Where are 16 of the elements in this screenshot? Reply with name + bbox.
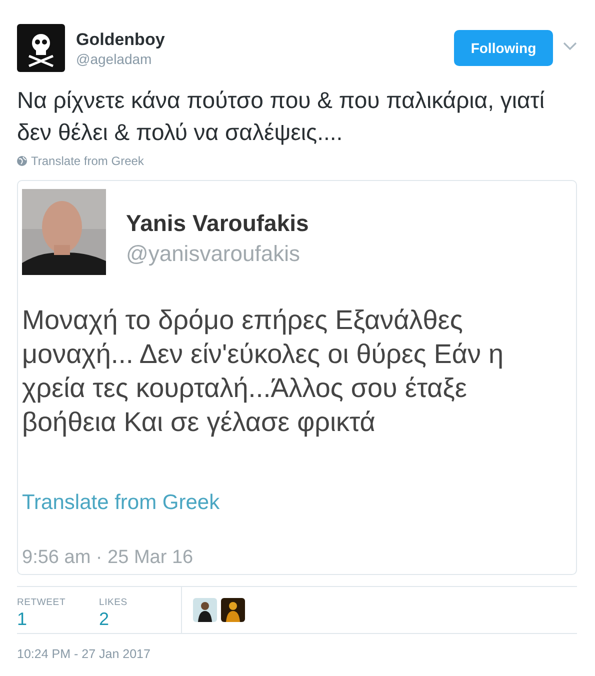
stat-count[interactable]: 2 — [99, 608, 181, 630]
author-name[interactable]: Goldenboy — [76, 30, 165, 50]
skull-avatar-icon[interactable] — [17, 24, 65, 72]
stat-label: LIKES — [99, 597, 128, 608]
stat-count[interactable]: 1 — [17, 608, 99, 630]
embedded-author-name: Yanis Varoufakis — [126, 209, 309, 238]
following-button[interactable]: Following — [454, 30, 553, 66]
embedded-tweet-text: Μοναχή το δρόμο επήρες Εξανάλθες μοναχή... Δεν είν'εύκολες οι θύρες Εάν η χρεία τες κουρταλή...Άλλος σου έταξε βοήθεια Και σε γέλασε φρικτά — [22, 304, 505, 439]
stat-label: RETWEET — [17, 597, 67, 608]
tweet-timestamp: 10:24 PM - 27 Jan 2017 — [17, 647, 152, 661]
embedded-author-handle: @yanisvaroufakis — [126, 240, 301, 268]
tweet-text: Να ρίχνετε κάνα πούτσο που & που παλικάρια, γιατί δεν θέλει & πολύ να σαλέψεις.... — [17, 86, 546, 147]
translate-link[interactable]: Translate from Greek — [31, 154, 144, 168]
globe-icon — [17, 156, 27, 166]
embedded-timestamp: 9:56 am · 25 Mar 16 — [22, 547, 194, 569]
author-handle[interactable]: @ageladam — [76, 50, 165, 68]
